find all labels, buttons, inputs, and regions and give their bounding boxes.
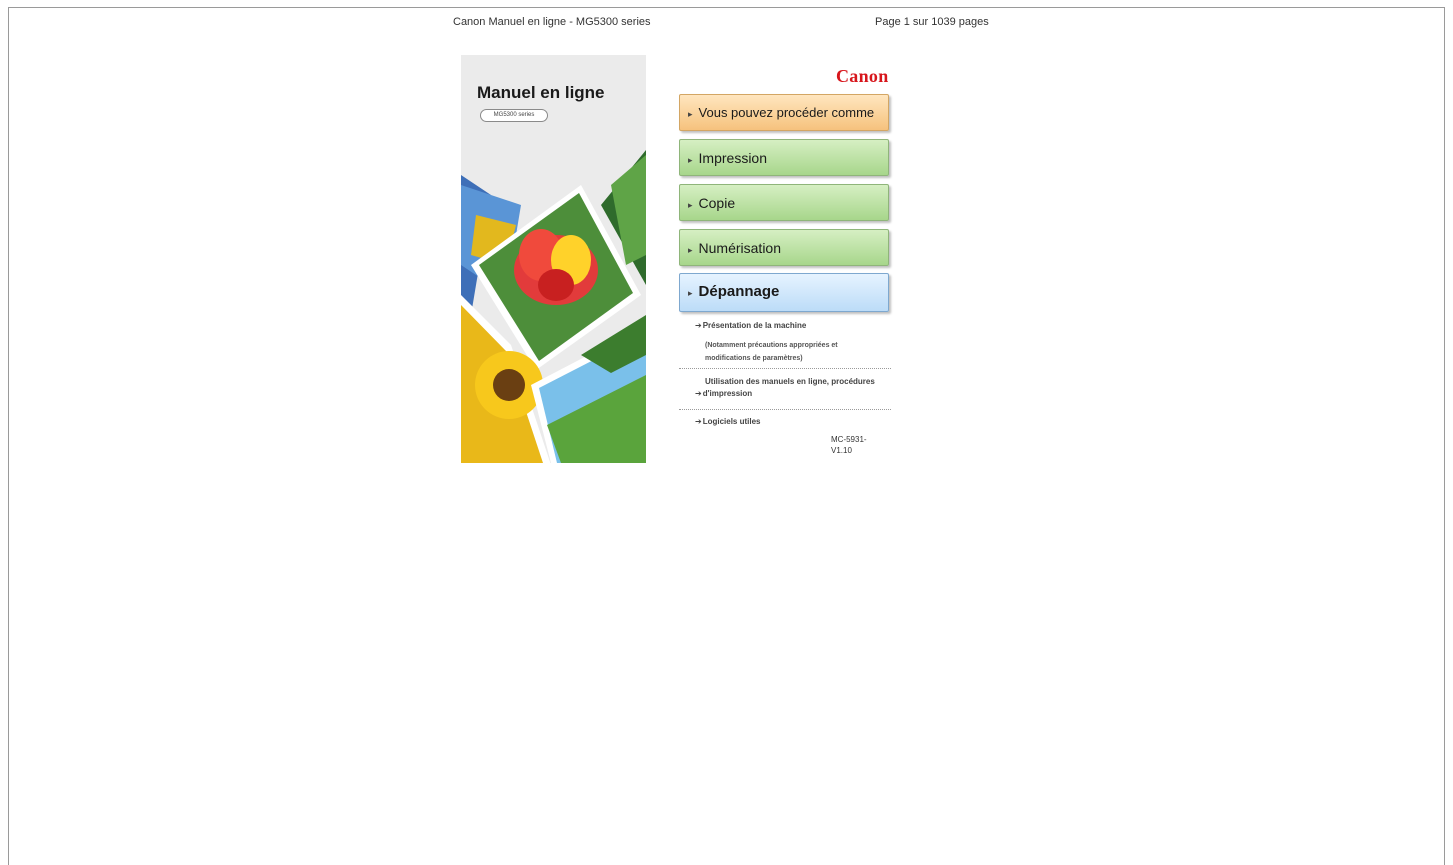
link-label: d'impression	[702, 389, 753, 398]
model-badge: MG5300 series	[480, 109, 548, 122]
link-label: Utilisation des manuels en ligne, procéd…	[705, 377, 875, 386]
nav-button-copy[interactable]: ▸ Copie	[679, 184, 889, 221]
nav-label: Numérisation	[698, 240, 782, 256]
link-machine-overview[interactable]: ➔Présentation de la machine	[695, 321, 806, 330]
link-arrow-icon: ➔	[695, 321, 702, 330]
version-line: MC-5931-	[831, 435, 867, 444]
link-label: Logiciels utiles	[702, 417, 761, 426]
divider	[679, 409, 891, 410]
divider	[679, 368, 891, 369]
nav-button-how-to[interactable]: ▸Vous pouvez procéder comme suit	[679, 94, 889, 157]
link-using-manuals[interactable]: Utilisation des manuels en ligne, procéd…	[695, 376, 875, 400]
link-useful-software[interactable]: ➔Logiciels utiles	[695, 417, 761, 426]
cover-title: Manuel en ligne	[477, 83, 605, 102]
cover-image: Manuel en ligne MG5300 series	[461, 55, 646, 463]
link-note: modifications de paramètres)	[705, 355, 803, 362]
nav-label: Copie	[698, 195, 736, 211]
nav-label: Dépannage	[698, 283, 780, 300]
link-label: Présentation de la machine	[702, 321, 807, 330]
page-counter: Page 1 sur 1039 pages	[875, 16, 989, 28]
chevron-right-icon: ▸	[688, 109, 693, 119]
version-line: V1.10	[831, 446, 852, 455]
link-arrow-icon: ➔	[695, 417, 702, 426]
link-note: (Notamment précautions appropriées et	[705, 342, 838, 349]
nav-label: Impression	[698, 150, 767, 166]
nav-button-troubleshooting[interactable]: ▸ Dépannage	[679, 273, 889, 312]
chevron-right-icon: ▸	[688, 155, 693, 165]
link-arrow-icon: ➔	[695, 389, 702, 398]
page-frame	[8, 7, 1445, 865]
page-header-title: Canon Manuel en ligne - MG5300 series	[453, 16, 651, 28]
nav-button-printing[interactable]: ▸ Impression	[679, 139, 889, 176]
version-code: MC-5931- V1.10	[831, 434, 867, 456]
chevron-right-icon: ▸	[688, 288, 693, 298]
nav-button-scanning[interactable]: ▸ Numérisation	[679, 229, 889, 266]
chevron-right-icon: ▸	[688, 245, 693, 255]
canon-logo: Canon	[836, 66, 889, 86]
chevron-right-icon: ▸	[688, 200, 693, 210]
